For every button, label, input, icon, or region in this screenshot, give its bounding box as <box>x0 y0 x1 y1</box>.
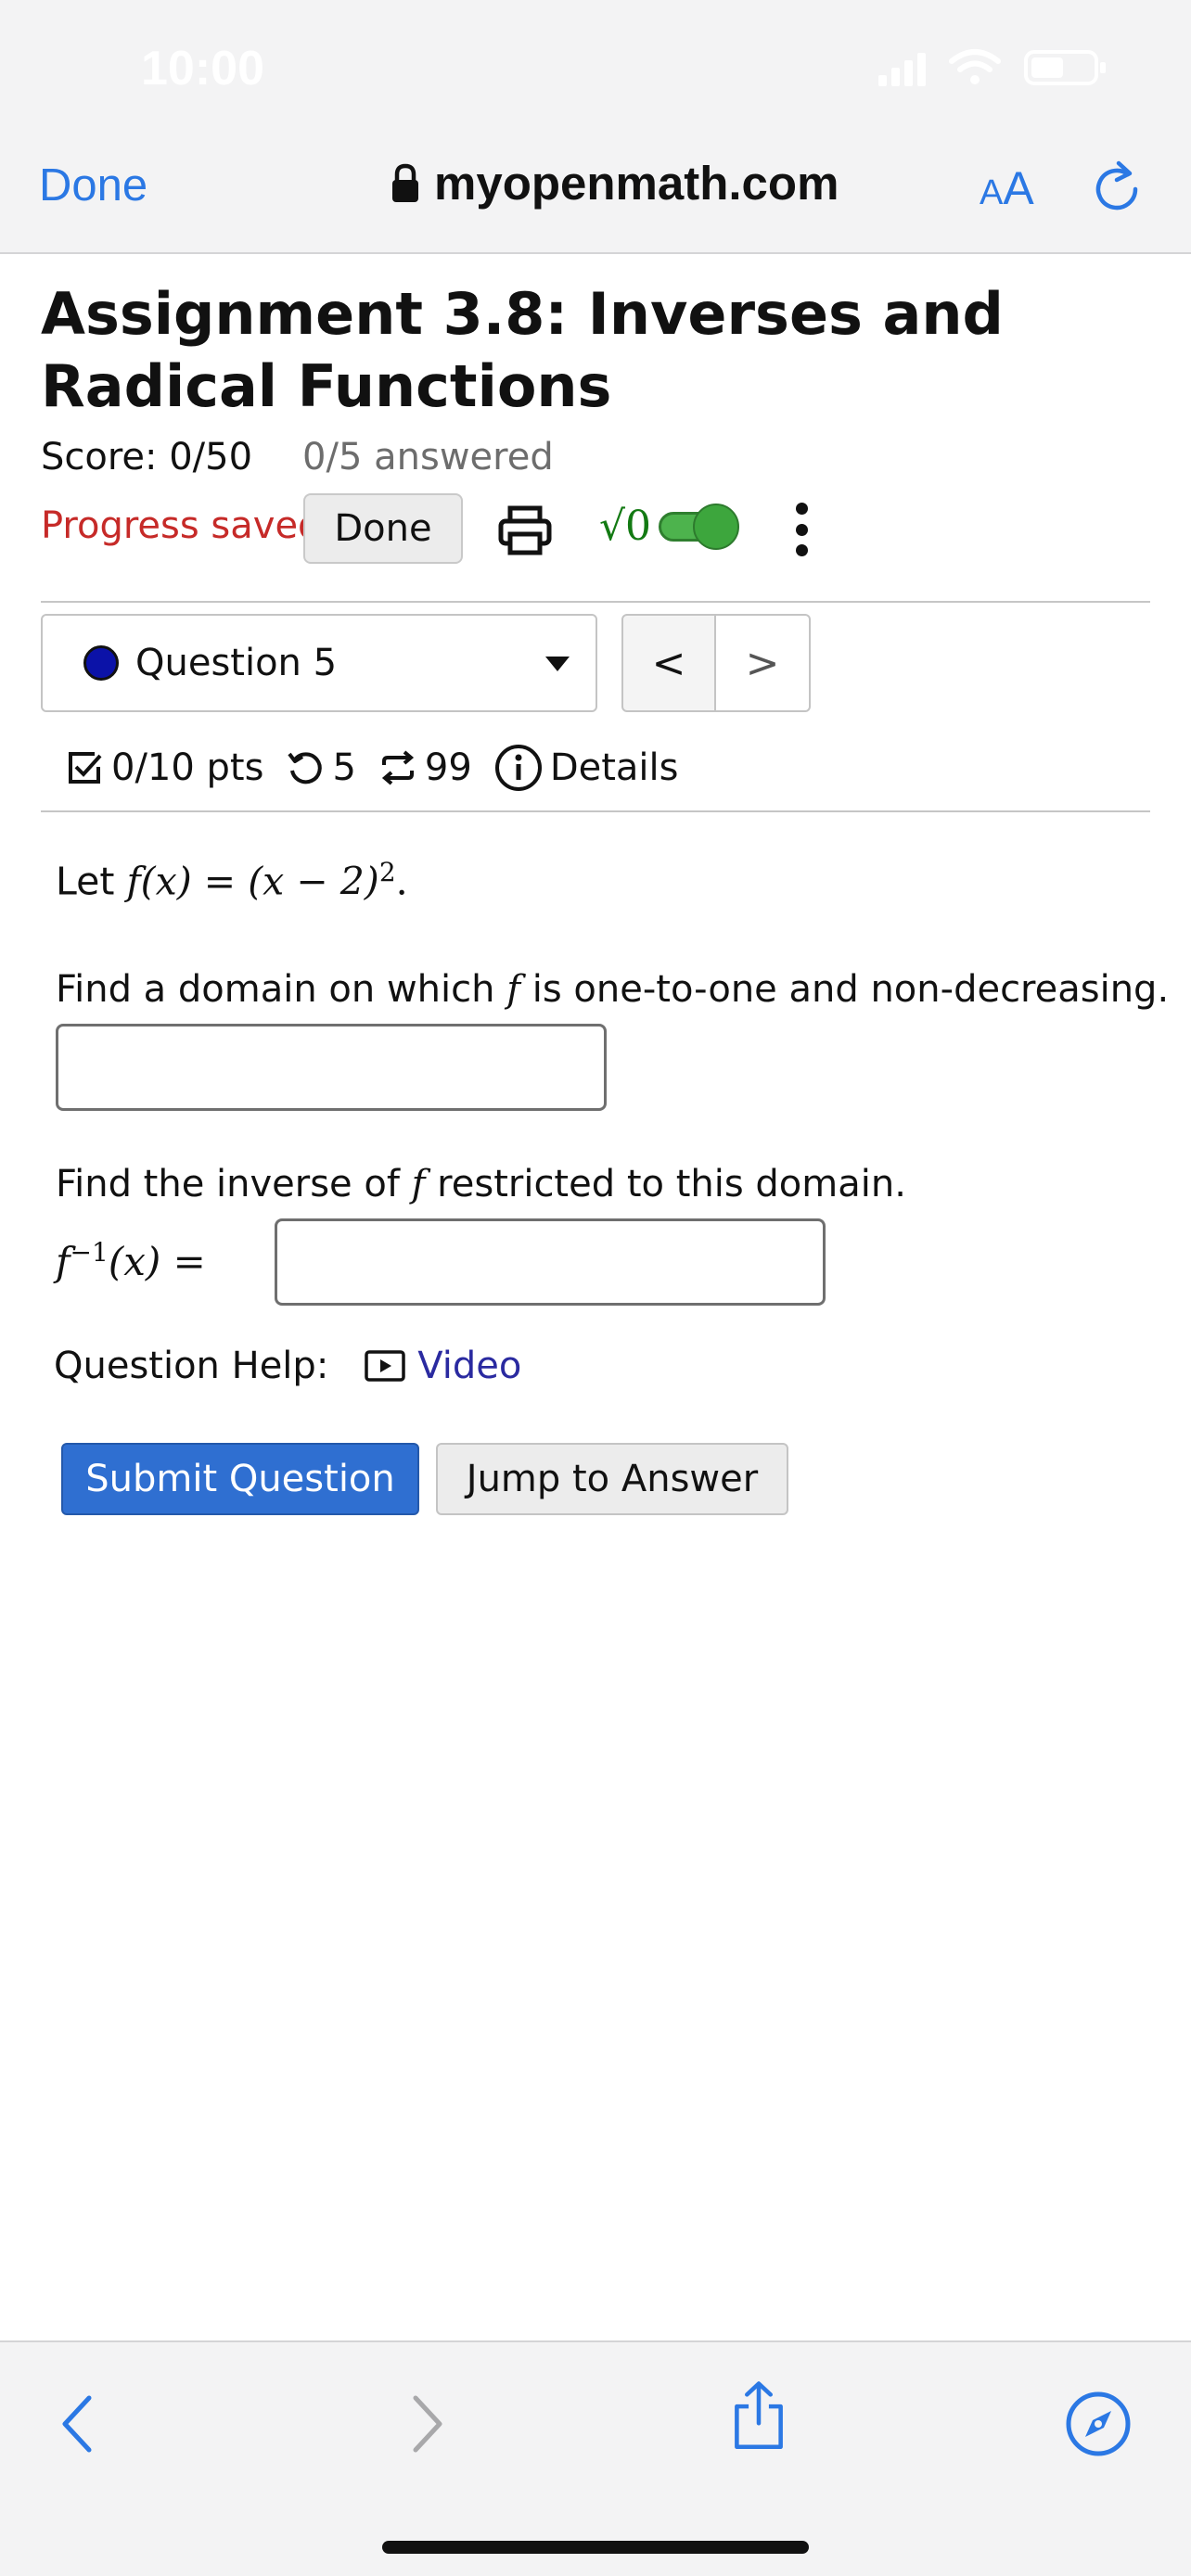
inverse-equals: = <box>160 1239 206 1284</box>
print-icon[interactable] <box>497 504 553 556</box>
question-nav: < > <box>621 614 811 712</box>
regens-count: 99 <box>424 746 472 789</box>
toggle-switch[interactable] <box>659 503 740 550</box>
domain-prompt-post: is one-to-one and non-decreasing. <box>520 968 1170 1011</box>
inverse-exponent: −1 <box>70 1237 109 1268</box>
address-field[interactable]: myopenmath.com <box>390 156 839 210</box>
f-of-x: f(x) <box>126 859 192 904</box>
previous-question-button[interactable]: < <box>621 614 716 712</box>
lock-icon <box>392 163 418 202</box>
question-status-dot <box>83 645 119 681</box>
retries-count: 5 <box>332 746 356 789</box>
home-indicator <box>382 2541 809 2554</box>
domain-prompt: Find a domain on which f is one-to-one a… <box>56 968 1169 1011</box>
question-meta: 0/10 pts 5 99 Details <box>65 740 678 796</box>
inverse-prompt-post: restricted to this domain. <box>425 1163 906 1205</box>
details-label: Details <box>549 746 679 789</box>
inverse-prompt-var: f <box>411 1163 426 1205</box>
signal-icon <box>878 49 926 86</box>
text-size-small-glyph: A <box>980 173 1004 212</box>
domain-prompt-pre: Find a domain on which <box>56 968 507 1011</box>
checkbox-icon <box>69 752 102 784</box>
score-text: Score: 0/50 <box>41 436 253 478</box>
period: . <box>395 859 408 904</box>
regenerate-icon <box>381 750 414 785</box>
function-expression: (x − 2) <box>248 859 379 904</box>
share-icon[interactable] <box>722 2379 796 2454</box>
battery-icon <box>1024 50 1106 85</box>
back-icon[interactable] <box>41 2387 115 2461</box>
divider <box>41 601 1150 603</box>
video-link-label: Video <box>417 1345 522 1387</box>
divider <box>41 810 1150 812</box>
inverse-arg: (x) <box>108 1239 161 1284</box>
question-help-label: Question Help: <box>54 1345 329 1387</box>
text-size-big-glyph: A <box>1003 162 1034 214</box>
inverse-prompt-pre: Find the inverse of <box>56 1163 412 1205</box>
text-size-button[interactable]: AA <box>980 161 1034 215</box>
forward-icon[interactable] <box>390 2387 464 2461</box>
next-question-button[interactable]: > <box>716 614 811 712</box>
inverse-answer-input[interactable] <box>275 1218 826 1306</box>
status-icons <box>878 48 1106 87</box>
exponent: 2 <box>378 857 396 887</box>
details-button[interactable]: Details <box>494 744 679 792</box>
reload-icon[interactable] <box>1091 158 1143 213</box>
inverse-f: f <box>56 1239 70 1284</box>
browser-toolbar <box>0 2340 1191 2576</box>
math-display-toggle[interactable]: √0 <box>599 503 740 550</box>
jump-to-answer-button[interactable]: Jump to Answer <box>436 1443 788 1515</box>
let-text: Let <box>56 859 115 904</box>
assignment-done-button[interactable]: Done <box>303 493 463 564</box>
progress-saved-status: Progress saved <box>41 504 322 547</box>
inverse-label: f−1(x) = <box>56 1237 206 1284</box>
address-host: myopenmath.com <box>434 157 839 210</box>
question-select-label: Question 5 <box>135 642 338 684</box>
browser-done-button[interactable]: Done <box>39 159 147 211</box>
compass-icon[interactable] <box>1061 2387 1135 2461</box>
browser-url-bar: Done myopenmath.com AA <box>0 130 1191 254</box>
wifi-icon <box>949 49 1001 84</box>
domain-answer-input[interactable] <box>56 1024 607 1111</box>
score-line: Score: 0/50 0/5 answered <box>41 436 554 478</box>
retry-icon <box>288 752 323 784</box>
page-title: Assignment 3.8: Inverses and Radical Fun… <box>41 280 1004 420</box>
info-icon <box>494 745 542 791</box>
caret-down-icon <box>545 657 570 671</box>
toggle-knob <box>693 503 740 550</box>
page-content: Assignment 3.8: Inverses and Radical Fun… <box>0 254 1191 2340</box>
domain-prompt-var: f <box>506 968 521 1011</box>
question-help: Question Help: Video <box>54 1345 521 1387</box>
inverse-prompt: Find the inverse of f restricted to this… <box>56 1163 906 1205</box>
function-definition: Let f(x) = (x − 2)2. <box>56 857 408 904</box>
status-bar: 10:00 <box>0 0 1191 130</box>
status-time: 10:00 <box>141 42 264 96</box>
answered-count: 0/5 answered <box>302 436 554 478</box>
equals-sign: = <box>191 859 249 904</box>
more-options-icon[interactable] <box>788 497 814 562</box>
points-text: 0/10 pts <box>111 746 264 789</box>
submit-question-button[interactable]: Submit Question <box>61 1443 419 1515</box>
video-link[interactable]: Video <box>364 1345 521 1387</box>
video-icon <box>365 1350 406 1382</box>
sqrt-label: √0 <box>599 503 652 550</box>
question-select[interactable]: Question 5 <box>41 614 597 712</box>
